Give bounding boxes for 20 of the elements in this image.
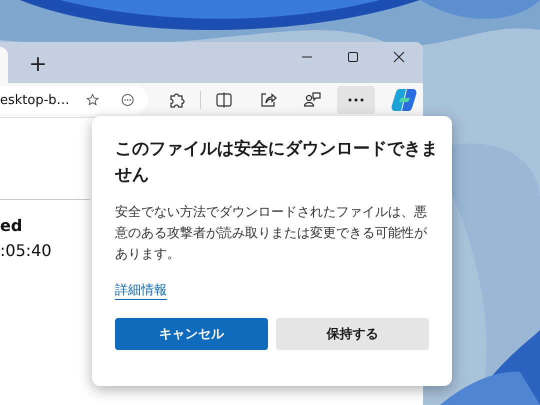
feedback-icon[interactable] <box>303 91 321 109</box>
dialog-title: このファイルは安全にダウンロードできません <box>115 138 439 187</box>
close-icon[interactable] <box>393 51 405 63</box>
copilot-logo-icon[interactable] <box>391 88 417 112</box>
page-text: ed <box>0 215 22 237</box>
split-screen-icon[interactable] <box>215 91 233 109</box>
address-bar[interactable]: esktop-b… <box>0 86 148 114</box>
url-text: esktop-b… <box>0 92 70 108</box>
dialog-message: 安全でない方法でダウンロードされたファイルは、悪意のある攻撃者が読み取りまたは変更できる可能性があります。 <box>115 204 428 264</box>
cancel-button[interactable]: キャンセル <box>115 318 268 350</box>
more-icon <box>348 98 364 102</box>
share-icon[interactable] <box>259 91 277 109</box>
new-tab-button[interactable]: + <box>24 52 52 78</box>
page-text: :05:40 <box>0 240 52 262</box>
more-circle-icon[interactable] <box>120 91 134 109</box>
more-button[interactable] <box>337 86 375 114</box>
learn-more-link[interactable]: 詳細情報 <box>115 281 167 300</box>
maximize-icon[interactable] <box>347 51 359 63</box>
puzzle-icon[interactable] <box>168 91 186 109</box>
keep-button[interactable]: 保持する <box>276 318 429 350</box>
